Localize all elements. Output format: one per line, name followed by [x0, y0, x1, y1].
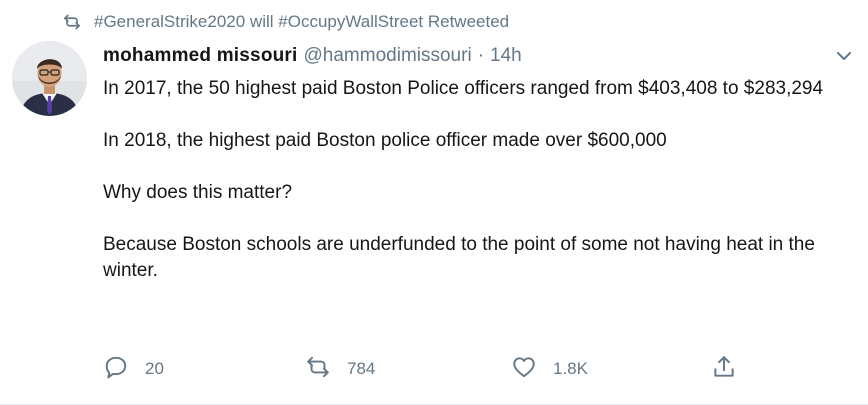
tweet-actions: 20 784 1.8K — [103, 354, 868, 384]
author-handle[interactable]: @hammodimissouri — [304, 45, 472, 67]
tweet-paragraph: In 2017, the 50 highest paid Boston Poli… — [103, 78, 824, 99]
retweet-context[interactable]: #GeneralStrike2020 will #OccupyWallStree… — [62, 10, 509, 34]
like-button[interactable]: 1.8K — [511, 354, 588, 384]
chevron-down-icon[interactable] — [834, 46, 854, 66]
heart-icon — [511, 354, 537, 385]
author-name[interactable]: mohammed missouri — [103, 45, 298, 67]
retweet-button[interactable]: 784 — [305, 354, 375, 384]
share-icon — [711, 354, 737, 385]
retweet-count: 784 — [347, 359, 376, 378]
tweet-timestamp[interactable]: 14h — [490, 45, 522, 67]
share-button[interactable] — [711, 354, 737, 384]
tweet-paragraph: Because Boston schools are underfunded t… — [103, 234, 815, 281]
like-count: 1.8K — [553, 359, 588, 378]
avatar[interactable] — [12, 41, 87, 116]
retweet-context-text: #GeneralStrike2020 will #OccupyWallStree… — [94, 12, 510, 31]
reply-icon — [103, 354, 129, 385]
retweet-icon — [62, 12, 82, 32]
tweet-paragraph: In 2018, the highest paid Boston police … — [103, 130, 667, 151]
reply-count: 20 — [145, 359, 164, 378]
tweet-text: In 2017, the 50 highest paid Boston Poli… — [103, 76, 863, 284]
tweet-paragraph: Why does this matter? — [103, 182, 293, 203]
reply-button[interactable]: 20 — [103, 354, 164, 384]
separator-dot: · — [477, 45, 485, 66]
tweet-header: mohammed missouri @hammodimissouri · 14h — [103, 42, 852, 70]
retweet-icon — [305, 354, 331, 385]
tweet[interactable]: #GeneralStrike2020 will #OccupyWallStree… — [0, 0, 868, 405]
